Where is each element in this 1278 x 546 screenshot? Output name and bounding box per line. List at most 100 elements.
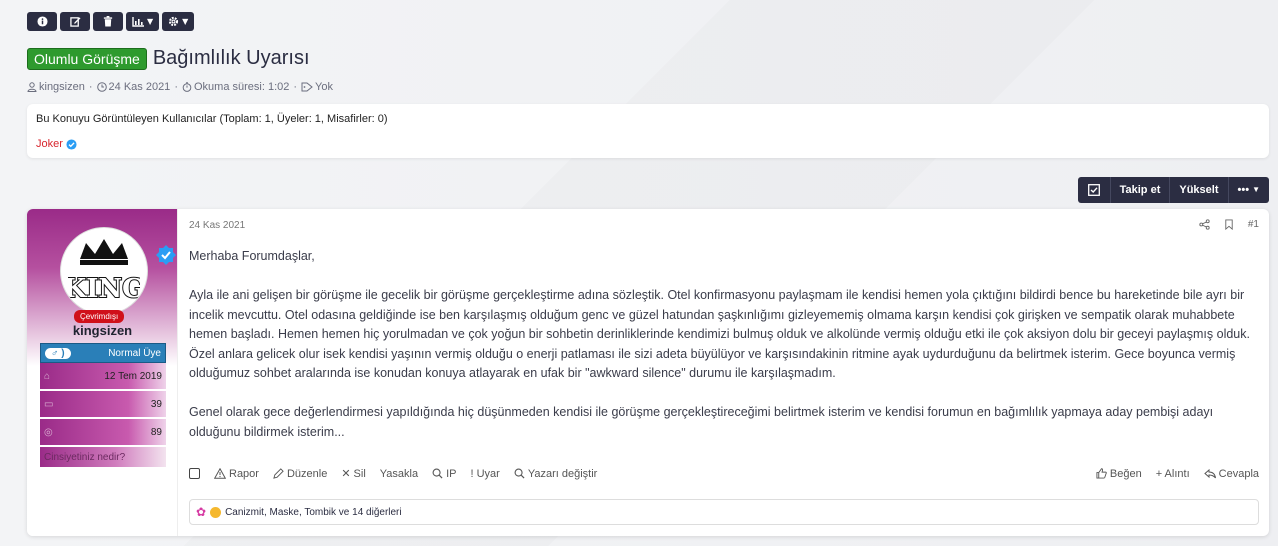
separator: · bbox=[174, 81, 178, 93]
user-name[interactable]: kingsizen bbox=[27, 323, 178, 338]
close-icon: ✕ bbox=[341, 468, 351, 480]
trash-icon bbox=[103, 16, 113, 27]
ip-label: IP bbox=[446, 467, 457, 480]
change-author-label: Yazarı değiştir bbox=[527, 467, 598, 480]
avatar-text: KING bbox=[68, 274, 140, 304]
user-icon bbox=[27, 82, 37, 92]
more-options-button[interactable]: ••• ▼ bbox=[1227, 177, 1269, 203]
butterfly-reaction-icon: ✿ bbox=[196, 505, 207, 519]
viewers-box: Bu Konuyu Görüntüleyen Kullanıcılar (Top… bbox=[27, 104, 1269, 158]
warning-icon bbox=[214, 468, 226, 479]
reply-label: Cevapla bbox=[1218, 467, 1259, 480]
gender-badge: ♂ ) bbox=[45, 347, 71, 359]
post-tools: #1 bbox=[1199, 219, 1259, 230]
post-body: 24 Kas 2021 #1 Merhaba Forumdaşlar, Ayla… bbox=[189, 209, 1269, 536]
pencil-icon bbox=[273, 468, 284, 479]
post-paragraph: Genel olarak gece değerlendirmesi yapıld… bbox=[189, 405, 1214, 439]
thread-prefix-label[interactable]: Olumlu Görüşme bbox=[27, 47, 147, 70]
tag-icon bbox=[301, 82, 313, 92]
post-date[interactable]: 24 Kas 2021 bbox=[189, 220, 245, 231]
user-info-column: KING Çevrimdışı kingsizen ♂ ) Normal Üye… bbox=[27, 209, 178, 536]
viewer-user-link[interactable]: Joker bbox=[36, 138, 77, 150]
post-message: KING Çevrimdışı kingsizen ♂ ) Normal Üye… bbox=[27, 209, 1269, 536]
post-number[interactable]: #1 bbox=[1248, 219, 1259, 230]
tags-text: Yok bbox=[315, 81, 333, 93]
thumbs-up-icon bbox=[1096, 468, 1107, 479]
ban-link[interactable]: Yasakla bbox=[380, 468, 418, 480]
info-icon bbox=[36, 16, 48, 27]
reply-button[interactable]: Cevapla bbox=[1203, 467, 1259, 480]
viewers-summary: Bu Konuyu Görüntüleyen Kullanıcılar (Top… bbox=[36, 113, 388, 125]
thread-title-row: Olumlu Görüşme Bağımlılık Uyarısı bbox=[27, 47, 310, 70]
thread-date[interactable]: 24 Kas 2021 bbox=[96, 81, 171, 93]
bump-button[interactable]: Yükselt bbox=[1169, 177, 1227, 203]
verified-icon bbox=[156, 245, 176, 265]
user-stat-joined: ⌂ 12 Tem 2019 bbox=[40, 363, 166, 389]
post-paragraph: Ayla ile ani gelişen bir görüşme ile gec… bbox=[189, 288, 1250, 380]
points-count: 89 bbox=[150, 426, 162, 438]
avatar[interactable]: KING bbox=[60, 227, 148, 315]
reply-icon bbox=[1203, 468, 1216, 478]
info-button[interactable] bbox=[27, 12, 57, 31]
edit-label: Düzenle bbox=[286, 467, 328, 480]
delete-button[interactable] bbox=[93, 12, 123, 31]
select-thread-button[interactable] bbox=[1078, 177, 1110, 203]
thread-author[interactable]: kingsizen bbox=[27, 81, 85, 93]
read-time-text: Okuma süresi: 1:02 bbox=[193, 81, 290, 93]
warn-link[interactable]: ! Uyar bbox=[471, 468, 500, 480]
post-paragraph: Merhaba Forumdaşlar, bbox=[189, 249, 315, 263]
thread-tools: ▼ ▼ bbox=[27, 12, 195, 31]
chevron-down-icon: ▼ bbox=[182, 16, 189, 26]
search-icon bbox=[432, 468, 443, 479]
exclamation-icon: ! bbox=[470, 467, 474, 480]
edit-button[interactable] bbox=[60, 12, 90, 31]
avatar-wrapper: KING Çevrimdışı bbox=[60, 227, 176, 323]
search-icon bbox=[514, 468, 525, 479]
more-label: ••• bbox=[1237, 184, 1250, 196]
gender-question[interactable]: Cinsiyetiniz nedir? bbox=[40, 447, 166, 467]
message-count: 39 bbox=[150, 398, 162, 410]
follow-button[interactable]: Takip et bbox=[1109, 177, 1170, 203]
like-label: Beğen bbox=[1109, 467, 1142, 480]
select-post-checkbox[interactable] bbox=[189, 468, 200, 479]
delete-link[interactable]: ✕ Sil bbox=[341, 467, 366, 481]
viewer-username: Joker bbox=[36, 138, 63, 150]
status-badge: Çevrimdışı bbox=[74, 310, 125, 323]
read-time: Okuma süresi: 1:02 bbox=[182, 81, 289, 93]
thread-meta: kingsizen · 24 Kas 2021 · Okuma süresi: … bbox=[27, 81, 333, 93]
author-name: kingsizen bbox=[39, 81, 85, 93]
reactions-bar[interactable]: ✿ Canizmit, Maske, Tombik ve 14 diğerler… bbox=[189, 499, 1259, 525]
edit-icon bbox=[69, 17, 81, 27]
separator: · bbox=[88, 81, 93, 93]
message-icon: ▭ bbox=[44, 398, 54, 410]
report-label: Rapor bbox=[229, 467, 259, 480]
report-link[interactable]: Rapor bbox=[214, 468, 259, 480]
bookmark-icon[interactable] bbox=[1224, 219, 1234, 230]
like-button[interactable]: Beğen bbox=[1096, 468, 1142, 480]
edit-link[interactable]: Düzenle bbox=[273, 468, 327, 480]
crown-king-logo: KING bbox=[68, 239, 140, 305]
joined-date: 12 Tem 2019 bbox=[104, 370, 162, 382]
home-icon: ⌂ bbox=[44, 370, 51, 382]
date-text: 24 Kas 2021 bbox=[108, 81, 171, 93]
thread-tags[interactable]: Yok bbox=[301, 81, 333, 93]
stopwatch-icon bbox=[182, 82, 192, 92]
share-icon[interactable] bbox=[1199, 219, 1210, 230]
user-stat-messages: ▭ 39 bbox=[40, 391, 166, 417]
delete-label: Sil bbox=[353, 467, 366, 480]
chart-icon bbox=[132, 16, 144, 27]
thread-action-bar: Takip et Yükselt ••• ▼ bbox=[1077, 177, 1269, 203]
chart-button[interactable]: ▼ bbox=[126, 12, 160, 31]
post-content: Merhaba Forumdaşlar, Ayla ile ani gelişe… bbox=[189, 247, 1259, 462]
user-stat-points: ◎ 89 bbox=[40, 419, 166, 445]
change-author-link[interactable]: Yazarı değiştir bbox=[514, 467, 598, 480]
clock-icon bbox=[96, 82, 107, 92]
quote-button[interactable]: + Alıntı bbox=[1156, 468, 1190, 480]
ip-link[interactable]: IP bbox=[432, 467, 457, 480]
page-title: Bağımlılık Uyarısı bbox=[152, 47, 310, 69]
trophy-icon: ◎ bbox=[44, 426, 53, 438]
chevron-down-icon: ▼ bbox=[1252, 185, 1260, 194]
separator: · bbox=[293, 81, 298, 93]
settings-button[interactable]: ▼ bbox=[162, 12, 195, 31]
gear-icon bbox=[169, 16, 179, 27]
